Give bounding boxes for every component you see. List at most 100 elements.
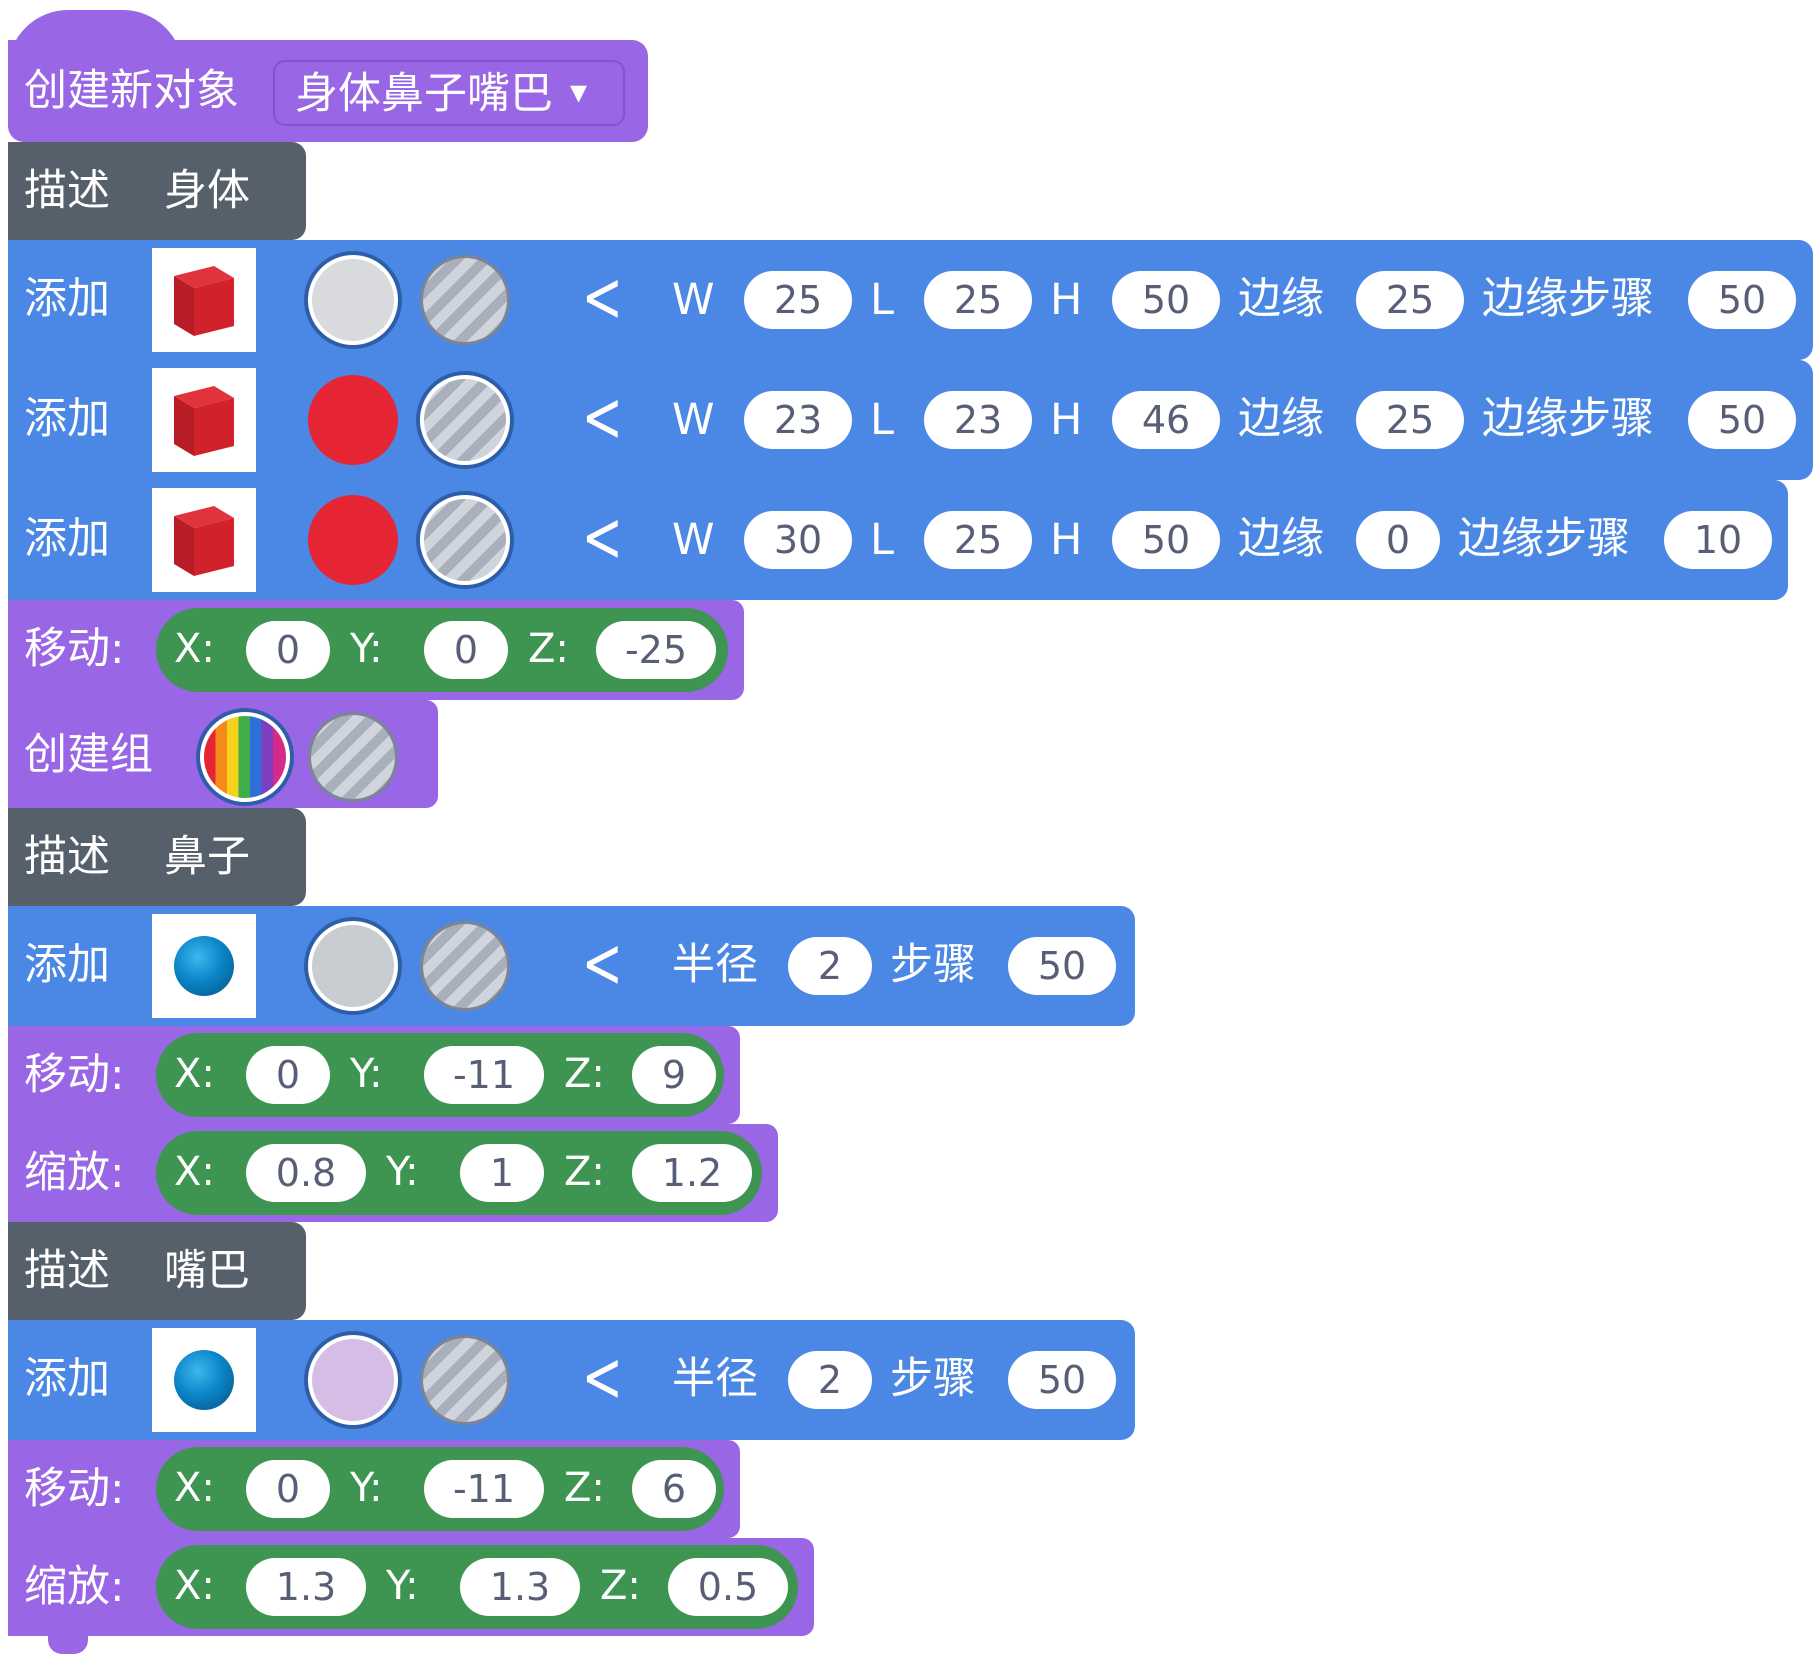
color-swatch-red[interactable] <box>308 375 398 465</box>
edge-step-input[interactable]: 50 <box>1688 391 1796 449</box>
w-input[interactable]: 23 <box>744 391 852 449</box>
describe-label: 描述 <box>24 166 110 216</box>
add-cube-block-3[interactable]: 添加 < W 30 L 25 H 50 边缘 0 边缘步骤 10 <box>8 480 1788 600</box>
bottom-connector <box>48 1636 88 1654</box>
y-input[interactable]: 1.3 <box>460 1558 580 1616</box>
sphere-thumbnail[interactable] <box>152 914 256 1018</box>
edge-input[interactable]: 25 <box>1356 271 1464 329</box>
add-sphere-block-1[interactable]: 添加 < 半径 2 步骤 50 <box>8 906 1135 1026</box>
edge-label: 边缘 <box>1238 514 1324 564</box>
xyz-group: X: 0 Y: 0 Z: -25 <box>156 608 728 692</box>
step-input[interactable]: 50 <box>1008 937 1116 995</box>
x-input[interactable]: 0.8 <box>246 1144 366 1202</box>
add-cube-block-1[interactable]: 添加 < W 25 L 25 H 50 边缘 25 边缘步骤 50 <box>8 240 1813 360</box>
scale-block-2[interactable]: 缩放: X: 1.3 Y: 1.3 Z: 0.5 <box>8 1538 814 1654</box>
y-input[interactable]: -11 <box>424 1046 544 1104</box>
z-input[interactable]: 9 <box>632 1046 716 1104</box>
hole-toggle[interactable] <box>420 1335 510 1425</box>
chevron-left-icon[interactable]: < <box>582 502 623 572</box>
l-input[interactable]: 23 <box>924 391 1032 449</box>
x-label: X: <box>174 1465 215 1511</box>
create-group-label: 创建组 <box>24 730 153 780</box>
z-input[interactable]: -25 <box>596 621 716 679</box>
create-object-label: 创建新对象 <box>24 66 239 116</box>
hole-toggle[interactable] <box>420 495 510 585</box>
z-input[interactable]: 6 <box>632 1460 716 1518</box>
x-input[interactable]: 0 <box>246 1046 330 1104</box>
h-label: H <box>1050 275 1083 325</box>
x-label: X: <box>174 1051 215 1097</box>
color-swatch-grey[interactable] <box>308 921 398 1011</box>
w-label: W <box>672 395 715 445</box>
x-input[interactable]: 1.3 <box>246 1558 366 1616</box>
describe-value: 鼻子 <box>164 832 250 882</box>
red-cube-icon <box>174 266 234 336</box>
color-swatch-red[interactable] <box>308 495 398 585</box>
y-label: Y: <box>350 626 383 672</box>
add-label: 添加 <box>24 940 110 990</box>
cube-thumbnail[interactable] <box>152 248 256 352</box>
z-input[interactable]: 0.5 <box>668 1558 788 1616</box>
w-label: W <box>672 275 715 325</box>
h-input[interactable]: 46 <box>1112 391 1220 449</box>
describe-block-mouth[interactable]: 描述 嘴巴 <box>8 1222 306 1320</box>
w-input[interactable]: 30 <box>744 511 852 569</box>
add-sphere-block-2[interactable]: 添加 < 半径 2 步骤 50 <box>8 1320 1135 1440</box>
y-input[interactable]: -11 <box>424 1460 544 1518</box>
radius-input[interactable]: 2 <box>788 937 872 995</box>
hole-toggle[interactable] <box>420 921 510 1011</box>
x-label: X: <box>174 1563 215 1609</box>
rainbow-color-swatch[interactable] <box>200 712 290 802</box>
move-label: 移动: <box>24 1050 125 1100</box>
move-block-2[interactable]: 移动: X: 0 Y: -11 Z: 9 <box>8 1026 740 1124</box>
scale-block-1[interactable]: 缩放: X: 0.8 Y: 1 Z: 1.2 <box>8 1124 778 1222</box>
color-swatch-lilac[interactable] <box>308 1335 398 1425</box>
hole-toggle[interactable] <box>420 255 510 345</box>
cube-thumbnail[interactable] <box>152 368 256 472</box>
chevron-left-icon[interactable]: < <box>582 928 623 998</box>
edge-step-input[interactable]: 50 <box>1688 271 1796 329</box>
chevron-left-icon[interactable]: < <box>582 1342 623 1412</box>
l-input[interactable]: 25 <box>924 271 1032 329</box>
hole-toggle[interactable] <box>308 712 398 802</box>
chevron-left-icon[interactable]: < <box>582 382 623 452</box>
x-input[interactable]: 0 <box>246 1460 330 1518</box>
cube-thumbnail[interactable] <box>152 488 256 592</box>
h-input[interactable]: 50 <box>1112 511 1220 569</box>
create-object-block[interactable]: 创建新对象 身体鼻子嘴巴 ▾ <box>8 10 648 142</box>
hole-toggle[interactable] <box>420 375 510 465</box>
step-input[interactable]: 50 <box>1008 1351 1116 1409</box>
z-label: Z: <box>528 626 569 672</box>
edge-step-input[interactable]: 10 <box>1664 511 1772 569</box>
color-swatch-grey[interactable] <box>308 255 398 345</box>
y-input[interactable]: 1 <box>460 1144 544 1202</box>
l-input[interactable]: 25 <box>924 511 1032 569</box>
red-cube-icon <box>174 386 234 456</box>
y-input[interactable]: 0 <box>424 621 508 679</box>
z-input[interactable]: 1.2 <box>632 1144 752 1202</box>
w-input[interactable]: 25 <box>744 271 852 329</box>
describe-block-body[interactable]: 描述 身体 <box>8 142 306 240</box>
y-label: Y: <box>350 1051 383 1097</box>
radius-input[interactable]: 2 <box>788 1351 872 1409</box>
xyz-group: X: 0.8 Y: 1 Z: 1.2 <box>156 1131 762 1215</box>
x-label: X: <box>174 1149 215 1195</box>
h-input[interactable]: 50 <box>1112 271 1220 329</box>
sphere-thumbnail[interactable] <box>152 1328 256 1432</box>
object-name-dropdown[interactable]: 身体鼻子嘴巴 ▾ <box>273 60 625 126</box>
chevron-left-icon[interactable]: < <box>582 262 623 332</box>
edge-input[interactable]: 0 <box>1356 511 1440 569</box>
sphere-icon <box>174 1350 234 1410</box>
move-block-1[interactable]: 移动: X: 0 Y: 0 Z: -25 <box>8 600 744 700</box>
z-label: Z: <box>564 1149 605 1195</box>
describe-block-nose[interactable]: 描述 鼻子 <box>8 808 306 906</box>
xyz-group: X: 1.3 Y: 1.3 Z: 0.5 <box>156 1545 798 1629</box>
x-input[interactable]: 0 <box>246 621 330 679</box>
create-group-block[interactable]: 创建组 <box>8 700 438 808</box>
y-label: Y: <box>386 1149 419 1195</box>
move-block-3[interactable]: 移动: X: 0 Y: -11 Z: 6 <box>8 1440 740 1538</box>
edge-input[interactable]: 25 <box>1356 391 1464 449</box>
edge-label: 边缘 <box>1238 274 1324 324</box>
add-cube-block-2[interactable]: 添加 < W 23 L 23 H 46 边缘 25 边缘步骤 50 <box>8 360 1813 480</box>
hat-cap <box>8 10 183 70</box>
